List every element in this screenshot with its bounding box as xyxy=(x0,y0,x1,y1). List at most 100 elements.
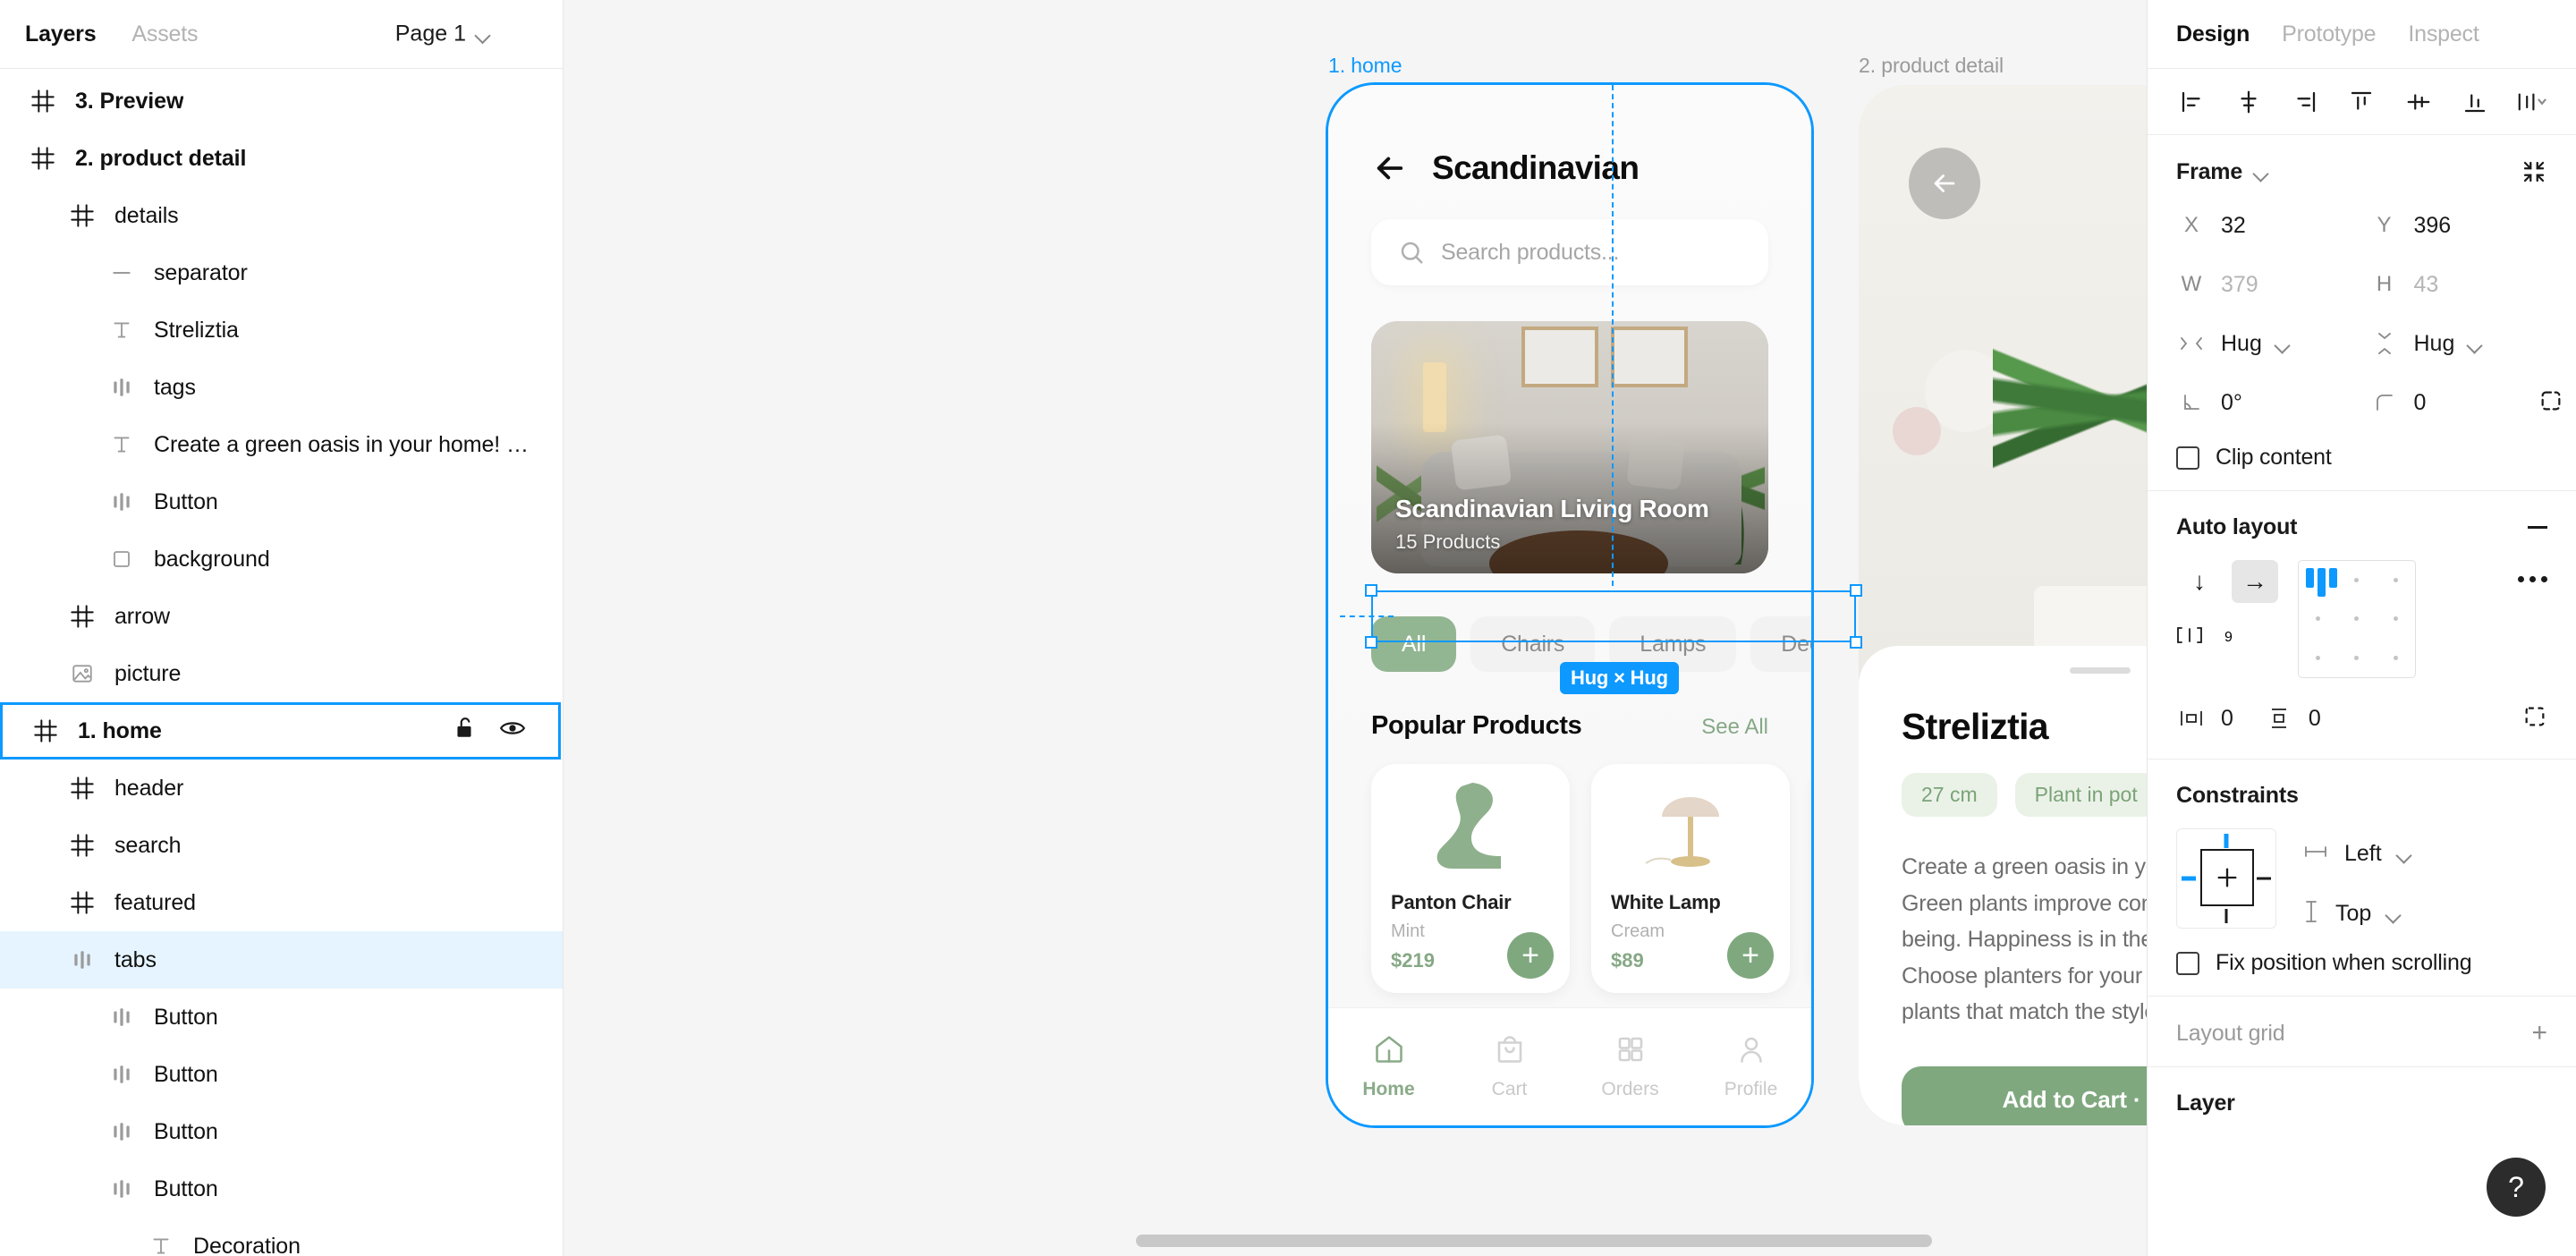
chevron-down-icon xyxy=(2276,340,2291,348)
layer-row-3-preview[interactable]: 3. Preview xyxy=(0,72,563,130)
align-right-icon[interactable] xyxy=(2284,81,2326,123)
padding-vertical[interactable]: 0 xyxy=(2264,698,2321,739)
individual-padding-icon[interactable] xyxy=(2522,704,2547,734)
layer-row-2-product-detail[interactable]: 2. product detail xyxy=(0,130,563,187)
frame-rotation[interactable]: 0° xyxy=(2176,382,2355,423)
layer-row-create-a-green-oasis-in-your-home-gre[interactable]: Create a green oasis in your home! Gre..… xyxy=(0,416,563,473)
layer-title: Layer xyxy=(2176,1091,2235,1116)
eye-icon[interactable] xyxy=(499,716,526,747)
add-to-cart-button[interactable]: Add to Cart · $219 xyxy=(1902,1065,2147,1125)
tab-design[interactable]: Design xyxy=(2176,21,2250,47)
auto-layout-alignment-grid[interactable] xyxy=(2298,560,2416,678)
frame-y[interactable]: Y 396 xyxy=(2369,205,2548,246)
category-tab-all[interactable]: All xyxy=(1371,616,1457,672)
scrollbar-thumb[interactable] xyxy=(1136,1235,1932,1247)
artboard-product-detail[interactable]: Streliztia 27 cm Plant in pot Create a g… xyxy=(1859,85,2147,1125)
arrow-right-icon[interactable]: → xyxy=(2232,560,2278,603)
fix-position-row[interactable]: Fix position when scrolling xyxy=(2176,950,2547,976)
padding-horizontal[interactable]: 0 xyxy=(2176,698,2233,739)
align-horizontal-center-icon[interactable] xyxy=(2227,81,2270,123)
tab-assets[interactable]: Assets xyxy=(131,21,198,47)
align-top-icon[interactable] xyxy=(2340,81,2383,123)
layer-row-button[interactable]: Button xyxy=(0,1046,563,1103)
horizontal-constraint-select[interactable]: Left xyxy=(2303,841,2412,867)
canvas-horizontal-scrollbar[interactable] xyxy=(1136,1235,2147,1247)
layer-row-1-home[interactable]: 1. home xyxy=(0,702,561,760)
layer-row-button[interactable]: Button xyxy=(0,989,563,1046)
auto-layout-gap[interactable]: 9 xyxy=(2176,624,2278,650)
layer-row-background[interactable]: background xyxy=(0,530,563,588)
align-bottom-icon[interactable] xyxy=(2453,81,2496,123)
layer-row-details[interactable]: details xyxy=(0,187,563,244)
pd-back-button[interactable] xyxy=(1909,148,1980,219)
frame-h[interactable]: H 43 xyxy=(2369,264,2548,305)
artboard-home[interactable]: Scandinavian Search products... Scandina… xyxy=(1326,82,1814,1128)
nav-item-cart[interactable]: Cart xyxy=(1449,1033,1570,1100)
selection-handle-tr[interactable] xyxy=(1850,584,1862,597)
height-resize-select[interactable]: Hug xyxy=(2369,323,2548,364)
x-label: X xyxy=(2183,213,2199,237)
layer-row-featured[interactable]: featured xyxy=(0,874,563,931)
frame-x[interactable]: X 32 xyxy=(2176,205,2355,246)
nav-item-orders[interactable]: Orders xyxy=(1570,1033,1690,1100)
selection-handle-bl[interactable] xyxy=(1365,636,1377,649)
layer-row-header[interactable]: header xyxy=(0,760,563,817)
frame-w[interactable]: W 379 xyxy=(2176,264,2355,305)
page-selector[interactable]: Page 1 xyxy=(395,21,491,47)
width-resize-select[interactable]: Hug xyxy=(2176,323,2355,364)
design-canvas[interactable]: 1. home 2. product detail 3. Preview Str… xyxy=(564,0,2147,1256)
layer-row-tags[interactable]: tags xyxy=(0,359,563,416)
align-vertical-center-icon[interactable] xyxy=(2397,81,2440,123)
frame-label-home[interactable]: 1. home xyxy=(1328,54,1402,78)
layer-row-picture[interactable]: picture xyxy=(0,645,563,702)
layers-tree[interactable]: 3. Preview 2. product detail details sep… xyxy=(0,69,563,1256)
chevron-down-icon[interactable] xyxy=(2255,168,2269,176)
frame-icon xyxy=(64,827,100,863)
vertical-constraint-select[interactable]: Top xyxy=(2303,899,2412,929)
category-tab-decoration[interactable]: Decoration xyxy=(1750,616,1811,672)
product-card[interactable]: White Lamp Cream $89 + xyxy=(1591,764,1790,993)
tab-inspect[interactable]: Inspect xyxy=(2408,21,2479,47)
see-all-link[interactable]: See All xyxy=(1701,715,1768,740)
tab-layers[interactable]: Layers xyxy=(25,21,97,47)
search-input[interactable]: Search products... xyxy=(1371,219,1768,285)
selection-handle-tl[interactable] xyxy=(1365,584,1377,597)
tab-prototype[interactable]: Prototype xyxy=(2282,21,2376,47)
product-card[interactable]: Panton Chair Mint $219 + xyxy=(1371,764,1570,993)
bottom-navigation[interactable]: Home Cart Orders Profile xyxy=(1328,1007,1811,1125)
clip-content-checkbox[interactable] xyxy=(2176,446,2199,470)
layer-row-decoration[interactable]: Decoration xyxy=(0,1218,563,1256)
minus-icon[interactable] xyxy=(2528,526,2547,529)
plus-icon[interactable]: + xyxy=(2531,1020,2547,1047)
layer-row-search[interactable]: search xyxy=(0,817,563,874)
collapse-icon[interactable] xyxy=(2521,158,2547,185)
frame-label-product-detail[interactable]: 2. product detail xyxy=(1859,54,2004,78)
layer-row-button[interactable]: Button xyxy=(0,473,563,530)
distribute-icon[interactable] xyxy=(2510,81,2553,123)
clip-content-row[interactable]: Clip content xyxy=(2176,445,2547,471)
layer-row-streliztia[interactable]: Streliztia xyxy=(0,301,563,359)
constraints-widget[interactable] xyxy=(2176,828,2276,929)
arrow-left-icon[interactable] xyxy=(1371,149,1409,187)
arrow-down-icon[interactable]: ↓ xyxy=(2176,560,2223,603)
help-icon[interactable]: ? xyxy=(2487,1158,2546,1217)
independent-corners-icon[interactable] xyxy=(2538,388,2563,418)
fix-position-checkbox[interactable] xyxy=(2176,951,2199,975)
nav-item-profile[interactable]: Profile xyxy=(1690,1033,1811,1100)
featured-card[interactable]: Scandinavian Living Room 15 Products xyxy=(1371,321,1768,573)
add-to-cart-icon[interactable]: + xyxy=(1507,932,1554,979)
layer-row-tabs[interactable]: tabs xyxy=(0,931,563,989)
product-card-list[interactable]: Panton Chair Mint $219 + White Lamp Crea… xyxy=(1371,764,1811,993)
add-to-cart-icon[interactable]: + xyxy=(1727,932,1774,979)
ellipsis-icon[interactable] xyxy=(2518,576,2547,582)
unlock-icon[interactable] xyxy=(453,716,476,747)
layer-row-arrow[interactable]: arrow xyxy=(0,588,563,645)
layer-row-button[interactable]: Button xyxy=(0,1103,563,1160)
selection-handle-br[interactable] xyxy=(1850,636,1862,649)
layer-row-separator[interactable]: separator xyxy=(0,244,563,301)
sheet-grabber[interactable] xyxy=(2070,667,2131,674)
nav-item-home[interactable]: Home xyxy=(1328,1033,1449,1100)
layer-row-button[interactable]: Button xyxy=(0,1160,563,1218)
frame-corner-radius[interactable]: 0 xyxy=(2369,382,2561,423)
align-left-icon[interactable] xyxy=(2171,81,2214,123)
